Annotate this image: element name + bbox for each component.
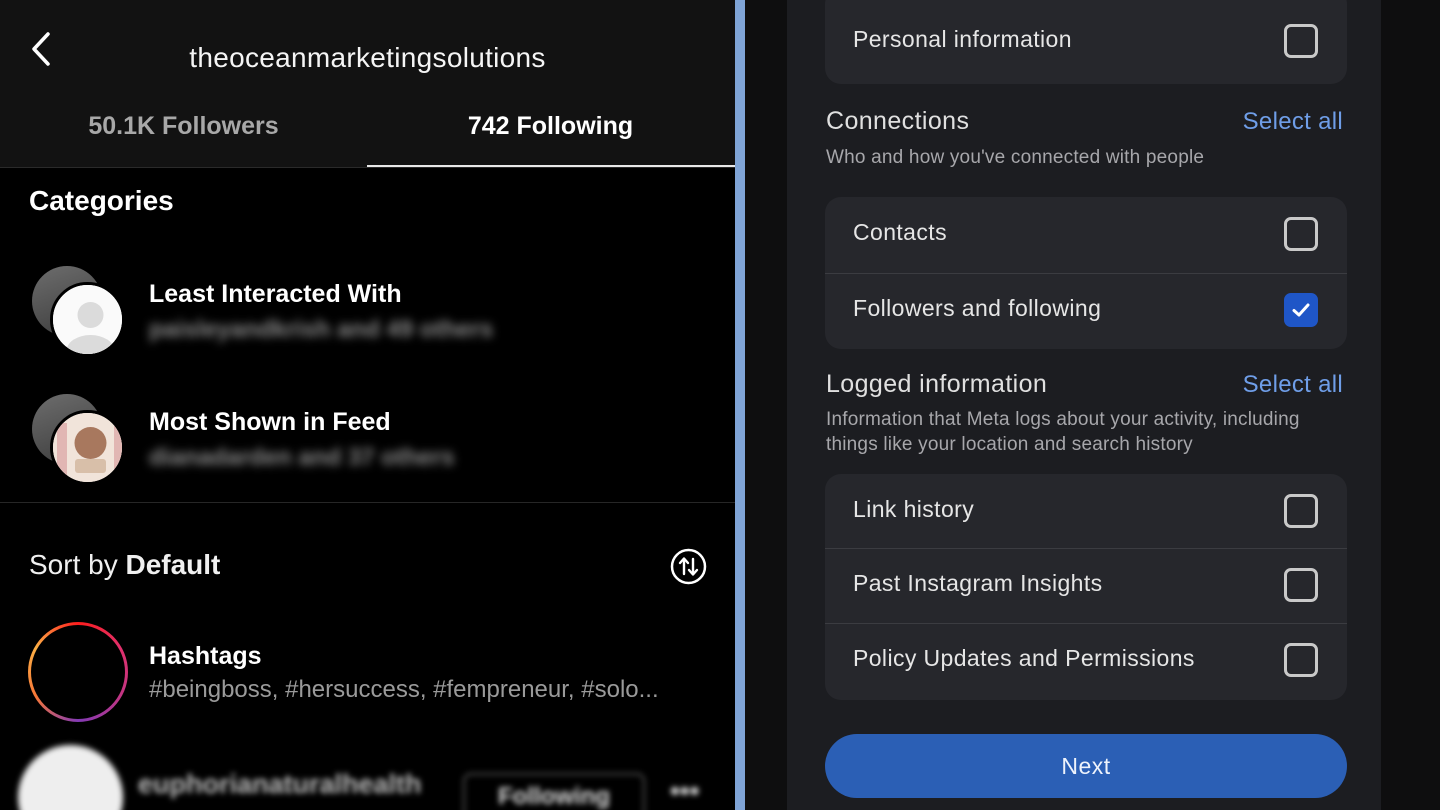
sort-value: Default xyxy=(125,549,221,580)
category-least-interacted[interactable]: Least Interacted With paisleyandkrish an… xyxy=(30,262,710,362)
logged-info-heading: Logged information xyxy=(826,370,1048,398)
category-name: Least Interacted With xyxy=(149,280,402,308)
category-subtitle: paisleyandkrish and 49 others xyxy=(149,316,494,343)
option-label: Followers and following xyxy=(853,295,1102,321)
tab-followers[interactable]: 50.1K Followers xyxy=(0,112,367,141)
sort-label: Sort by Default xyxy=(29,549,220,581)
hashtags-row[interactable]: Hashtags #beingboss, #hersuccess, #fempr… xyxy=(28,622,718,722)
logged-info-card: Link history Past Instagram Insights Pol… xyxy=(825,474,1347,700)
option-label: Past Instagram Insights xyxy=(853,570,1103,596)
panel-divider xyxy=(735,0,745,810)
option-personal-information[interactable]: Personal information xyxy=(825,4,1347,80)
checkbox[interactable] xyxy=(1284,643,1318,677)
checkmark-icon xyxy=(1292,303,1310,317)
option-label: Policy Updates and Permissions xyxy=(853,645,1195,671)
avatar xyxy=(18,745,123,810)
tab-following[interactable]: 742 Following xyxy=(367,112,734,141)
profile-username: theoceanmarketingsolutions xyxy=(189,42,546,73)
hashtags-title: Hashtags xyxy=(149,642,262,670)
option-label: Link history xyxy=(853,496,975,522)
connections-card: Contacts Followers and following xyxy=(825,197,1347,349)
option-contacts[interactable]: Contacts xyxy=(825,197,1347,273)
checkbox[interactable] xyxy=(1284,568,1318,602)
account-name: euphorianaturalhealth xyxy=(138,769,422,799)
categories-heading: Categories xyxy=(29,185,174,216)
checkbox[interactable] xyxy=(1284,217,1318,251)
personal-info-card: Personal information xyxy=(825,0,1347,84)
connections-select-all[interactable]: Select all xyxy=(1243,108,1343,136)
connections-heading: Connections xyxy=(826,107,970,135)
next-button[interactable]: Next xyxy=(825,734,1347,798)
header: theoceanmarketingsolutions 50.1K Followe… xyxy=(0,0,735,168)
followers-screen: theoceanmarketingsolutions 50.1K Followe… xyxy=(0,0,735,810)
hashtag-icon xyxy=(53,645,103,699)
avatar xyxy=(50,410,125,485)
more-options-icon[interactable]: ••• xyxy=(670,775,699,807)
logged-info-description: Information that Meta logs about your ac… xyxy=(826,409,1300,455)
section-divider xyxy=(0,502,735,503)
option-past-insights[interactable]: Past Instagram Insights xyxy=(825,548,1347,624)
option-link-history[interactable]: Link history xyxy=(825,474,1347,550)
header-divider xyxy=(0,167,735,168)
category-name: Most Shown in Feed xyxy=(149,408,391,436)
hashtag-avatar-ring xyxy=(28,622,128,722)
data-download-screen: Personal information Connections Select … xyxy=(745,0,1440,810)
checkbox[interactable] xyxy=(1284,494,1318,528)
hashtags-list: #beingboss, #hersuccess, #fempreneur, #s… xyxy=(149,676,659,703)
connections-description: Who and how you've connected with people xyxy=(826,147,1205,168)
checkbox-checked[interactable] xyxy=(1284,293,1318,327)
category-most-shown[interactable]: Most Shown in Feed dianadarden and 37 ot… xyxy=(30,390,710,490)
account-row[interactable]: euphorianaturalhealth Following ••• xyxy=(18,745,718,810)
option-policy-updates[interactable]: Policy Updates and Permissions xyxy=(825,623,1347,699)
option-label: Personal information xyxy=(853,26,1072,52)
option-label: Contacts xyxy=(853,219,947,245)
sort-arrows-icon[interactable] xyxy=(670,548,707,585)
checkbox[interactable] xyxy=(1284,24,1318,58)
default-avatar-icon xyxy=(50,282,125,357)
category-subtitle: dianadarden and 37 others xyxy=(149,444,455,471)
sort-prefix: Sort by xyxy=(29,549,118,580)
logged-info-select-all[interactable]: Select all xyxy=(1243,371,1343,399)
option-followers-following[interactable]: Followers and following xyxy=(825,273,1347,349)
following-button[interactable]: Following xyxy=(463,773,645,810)
